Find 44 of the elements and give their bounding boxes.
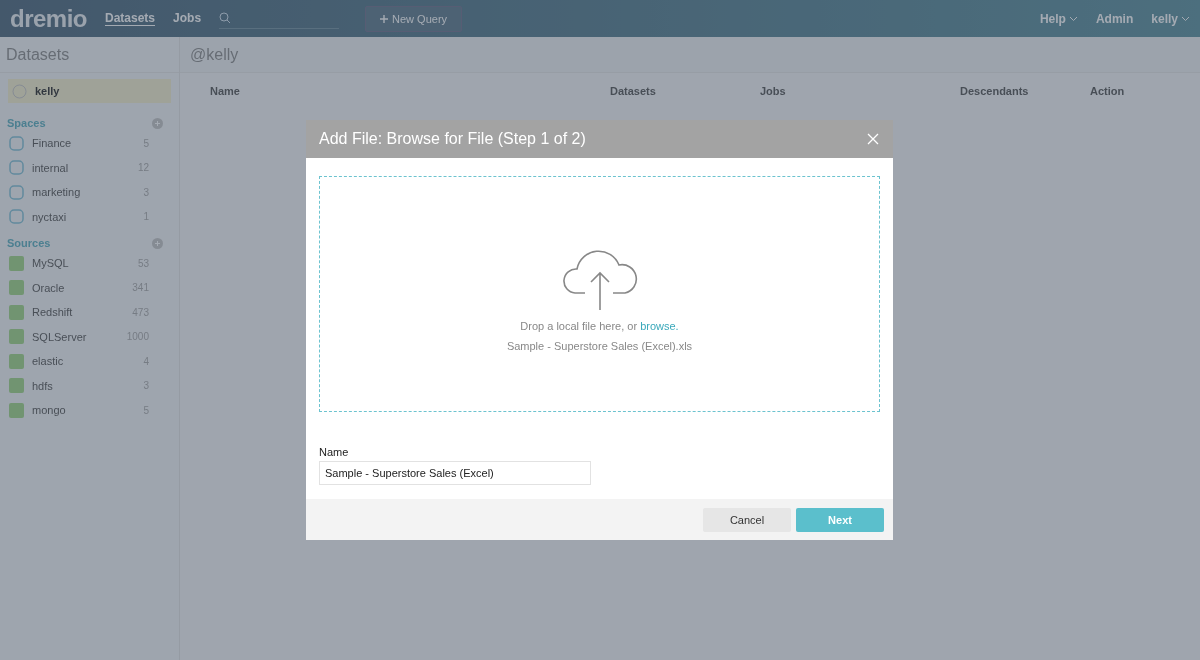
dialog-title: Add File: Browse for File (Step 1 of 2) [319, 130, 586, 148]
source-icon [9, 329, 24, 345]
column-header: Descendants [960, 85, 1030, 97]
home-item[interactable]: kelly [8, 79, 171, 103]
cancel-button[interactable]: Cancel [703, 507, 791, 532]
space-icon [9, 135, 24, 151]
source-icon [9, 378, 24, 394]
drop-zone[interactable]: Drop a local file here, or browse. Sample - Superstore Sales (Excel).xls [319, 176, 880, 412]
section-title: Sources [7, 237, 51, 249]
space-icon [9, 209, 24, 225]
home-icon [12, 83, 27, 99]
column-header: Name [210, 85, 241, 97]
chevron-down-icon [1068, 15, 1078, 22]
section-title: Spaces [7, 117, 46, 129]
drop-instructions: Drop a local file here, or browse. [520, 320, 679, 332]
search-icon [219, 12, 232, 24]
browse-link[interactable]: browse. [640, 320, 679, 332]
source-icon [9, 304, 24, 320]
plus-icon [380, 14, 389, 23]
menu-item[interactable]: Admin [1095, 11, 1134, 26]
new-query-button[interactable]: New Query [365, 5, 463, 32]
next-button[interactable]: Next [796, 507, 884, 532]
source-icon [9, 402, 24, 418]
nav-link[interactable]: Jobs [173, 11, 202, 26]
field-label: Name [319, 446, 350, 458]
column-header: Action [1090, 85, 1126, 97]
source-icon [9, 353, 24, 369]
menu-item[interactable]: kelly [1151, 11, 1190, 26]
add-icon[interactable] [152, 117, 163, 129]
space-icon [9, 184, 24, 200]
add-icon[interactable] [152, 237, 163, 249]
space-icon [9, 160, 24, 176]
sidebar-title: Datasets [0, 37, 179, 73]
name-input-field[interactable]: Sample - Superstore Sales (Excel) [319, 461, 591, 485]
column-header: Jobs [760, 85, 787, 97]
column-header: Datasets [610, 85, 657, 97]
close-button[interactable] [867, 133, 879, 145]
chevron-down-icon [1181, 15, 1190, 22]
file-name: Sample - Superstore Sales (Excel).xls [506, 340, 693, 352]
source-icon [9, 255, 24, 271]
nav-link[interactable]: Datasets [105, 11, 156, 26]
logo[interactable]: dremio [10, 4, 87, 33]
menu-item[interactable]: Help [1039, 11, 1078, 26]
source-icon [9, 280, 24, 296]
